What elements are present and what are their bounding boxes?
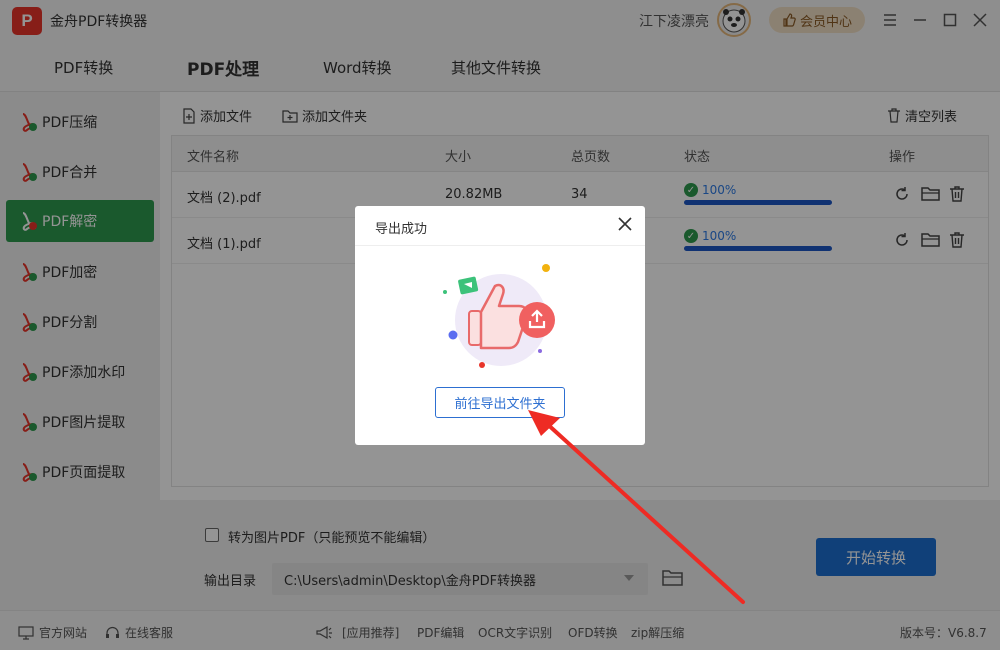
thumbs-up-illustration bbox=[435, 258, 565, 378]
open-export-folder-button[interactable]: 前往导出文件夹 bbox=[435, 387, 565, 418]
dialog-title: 导出成功 bbox=[375, 222, 428, 237]
close-icon[interactable] bbox=[617, 216, 635, 234]
export-success-dialog: 导出成功 前往导出文件夹 bbox=[355, 206, 645, 445]
dialog-header: 导出成功 bbox=[355, 206, 645, 246]
